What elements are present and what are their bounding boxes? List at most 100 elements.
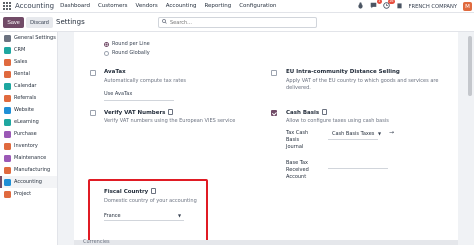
- vat-numbers-checkbox[interactable]: [90, 110, 96, 116]
- rounding-per-line-radio[interactable]: [104, 41, 109, 47]
- sidebar-item-crm[interactable]: CRM: [0, 44, 57, 56]
- sidebar-item-inventory[interactable]: Inventory: [0, 140, 57, 152]
- sidebar-item-general-settings[interactable]: General Settings: [0, 32, 57, 44]
- menu-vendors[interactable]: Vendors: [136, 3, 158, 9]
- cash-basis-desc: Allow to configure taxes using cash basi…: [286, 118, 389, 124]
- app-icon: [4, 118, 11, 126]
- sidebar-item-label: Purchase: [14, 131, 37, 137]
- bug-icon[interactable]: [357, 2, 364, 11]
- sidebar-item-label: General Settings: [14, 35, 56, 41]
- app-icon: [4, 190, 11, 198]
- sidebar-item-project[interactable]: Project: [0, 188, 57, 200]
- app-icon: [4, 70, 11, 78]
- menu-accounting[interactable]: Accounting: [166, 3, 197, 9]
- cash-basis-title: Cash Basis: [286, 109, 328, 116]
- rounding-per-line-label: Round per Line: [112, 41, 150, 47]
- sidebar-item-website[interactable]: Website: [0, 104, 57, 116]
- company-switcher[interactable]: FRENCH COMPANY: [409, 4, 458, 10]
- cash-basis-title-text: Cash Basis: [286, 110, 320, 116]
- currencies-section-title: Currencies: [83, 239, 110, 245]
- eu-oss-title: EU Intra-community Distance Selling: [286, 69, 400, 75]
- activity-count-badge: 16: [388, 0, 395, 4]
- menu-customers[interactable]: Customers: [98, 3, 128, 9]
- avatax-checkbox[interactable]: [90, 70, 96, 76]
- app-icon: [4, 154, 11, 162]
- sidebar-item-label: Website: [14, 107, 34, 113]
- menu-dashboard[interactable]: Dashboard: [60, 3, 90, 9]
- message-count-badge: 1: [377, 0, 382, 4]
- settings-content: Round per Line Round Globally AvaTax Aut…: [58, 32, 474, 245]
- app-icon: [4, 106, 11, 114]
- base-tax-received-account-label: Base Tax Received Account: [286, 160, 309, 180]
- search-box[interactable]: [158, 17, 317, 28]
- tax-cash-basis-journal-label: Tax Cash Basis Journal: [286, 130, 309, 150]
- rounding-globally-label: Round Globally: [112, 50, 150, 56]
- discard-button[interactable]: Discard: [26, 17, 53, 28]
- rounding-per-line-option[interactable]: Round per Line: [104, 41, 150, 47]
- app-icon: [4, 34, 11, 42]
- settings-sidebar: General Settings CRM Sales Rental Calendar Re…: [0, 32, 58, 245]
- sidebar-item-accounting[interactable]: Accounting: [0, 176, 57, 188]
- sidebar-item-manufacturing[interactable]: Manufacturing: [0, 164, 57, 176]
- sidebar-item-label: Sales: [14, 59, 28, 65]
- scrollbar-thumb[interactable]: [468, 36, 472, 96]
- sidebar-item-calendar[interactable]: Calendar: [0, 80, 57, 92]
- sidebar-item-label: Manufacturing: [14, 167, 51, 173]
- sidebar-item-referrals[interactable]: Referrals: [0, 92, 57, 104]
- tax-cash-basis-journal-underline: [328, 139, 378, 140]
- navbar-systray: 1 16 FRENCH COMPANY M: [351, 0, 472, 12]
- page-title: Settings: [56, 18, 85, 26]
- sidebar-item-label: Inventory: [14, 143, 38, 149]
- documentation-icon[interactable]: [168, 109, 174, 115]
- highlight-box: [88, 179, 208, 245]
- sidebar-item-maintenance[interactable]: Maintenance: [0, 152, 57, 164]
- eu-oss-desc: Apply VAT of the EU country to which goo…: [286, 78, 439, 91]
- app-name[interactable]: Accounting: [15, 2, 54, 10]
- chevron-down-icon[interactable]: ▼: [378, 131, 381, 136]
- use-avatax-label[interactable]: Use AvaTax: [104, 91, 132, 97]
- vat-numbers-title-text: Verify VAT Numbers: [104, 110, 166, 116]
- tax-cash-basis-journal-value[interactable]: Cash Basis Taxes: [332, 131, 374, 137]
- base-tax-account-underline: [328, 168, 388, 169]
- cash-basis-checkbox[interactable]: [271, 110, 277, 116]
- top-navbar: Accounting Dashboard Customers Vendors A…: [0, 0, 474, 13]
- company-icon[interactable]: [396, 2, 403, 11]
- menu-reporting[interactable]: Reporting: [204, 3, 231, 9]
- app-icon: [4, 46, 11, 54]
- vat-numbers-desc: Verify VAT numbers using the European VI…: [104, 118, 236, 124]
- sidebar-item-label: CRM: [14, 47, 26, 53]
- eu-oss-checkbox[interactable]: [271, 70, 277, 76]
- sidebar-item-label: Rental: [14, 71, 30, 77]
- search-icon: [162, 19, 167, 26]
- rounding-globally-radio[interactable]: [104, 50, 109, 56]
- rounding-globally-option[interactable]: Round Globally: [104, 50, 150, 56]
- clock-icon[interactable]: 16: [382, 0, 395, 11]
- avatax-title: AvaTax: [104, 69, 126, 75]
- vat-numbers-title: Verify VAT Numbers: [104, 109, 174, 116]
- sidebar-item-sales[interactable]: Sales: [0, 56, 57, 68]
- control-panel: Save Discard Settings: [0, 13, 474, 32]
- menu-configuration[interactable]: Configuration: [239, 3, 276, 9]
- sidebar-item-label: Calendar: [14, 83, 37, 89]
- sidebar-item-rental[interactable]: Rental: [0, 68, 57, 80]
- sidebar-item-label: Maintenance: [14, 155, 47, 161]
- app-icon: [4, 166, 11, 174]
- search-input[interactable]: [170, 19, 310, 26]
- sidebar-item-label: Referrals: [14, 95, 37, 101]
- app-icon: [4, 94, 11, 102]
- internal-link-arrow-icon[interactable]: →: [389, 129, 394, 136]
- use-avatax-underline: [104, 100, 174, 101]
- user-avatar[interactable]: M: [463, 2, 472, 11]
- section-header-bar: [74, 240, 458, 245]
- apps-grid-icon[interactable]: [1, 0, 13, 12]
- avatax-desc: Automatically compute tax rates: [104, 78, 187, 84]
- save-button[interactable]: Save: [3, 17, 24, 28]
- sidebar-item-label: Accounting: [14, 179, 42, 185]
- sidebar-item-elearning[interactable]: eLearning: [0, 116, 57, 128]
- sidebar-item-purchase[interactable]: Purchase: [0, 128, 57, 140]
- app-icon: [4, 82, 11, 90]
- documentation-icon[interactable]: [322, 109, 328, 115]
- chat-icon[interactable]: 1: [370, 0, 382, 11]
- sidebar-item-label: eLearning: [14, 119, 39, 125]
- app-icon: [4, 130, 11, 138]
